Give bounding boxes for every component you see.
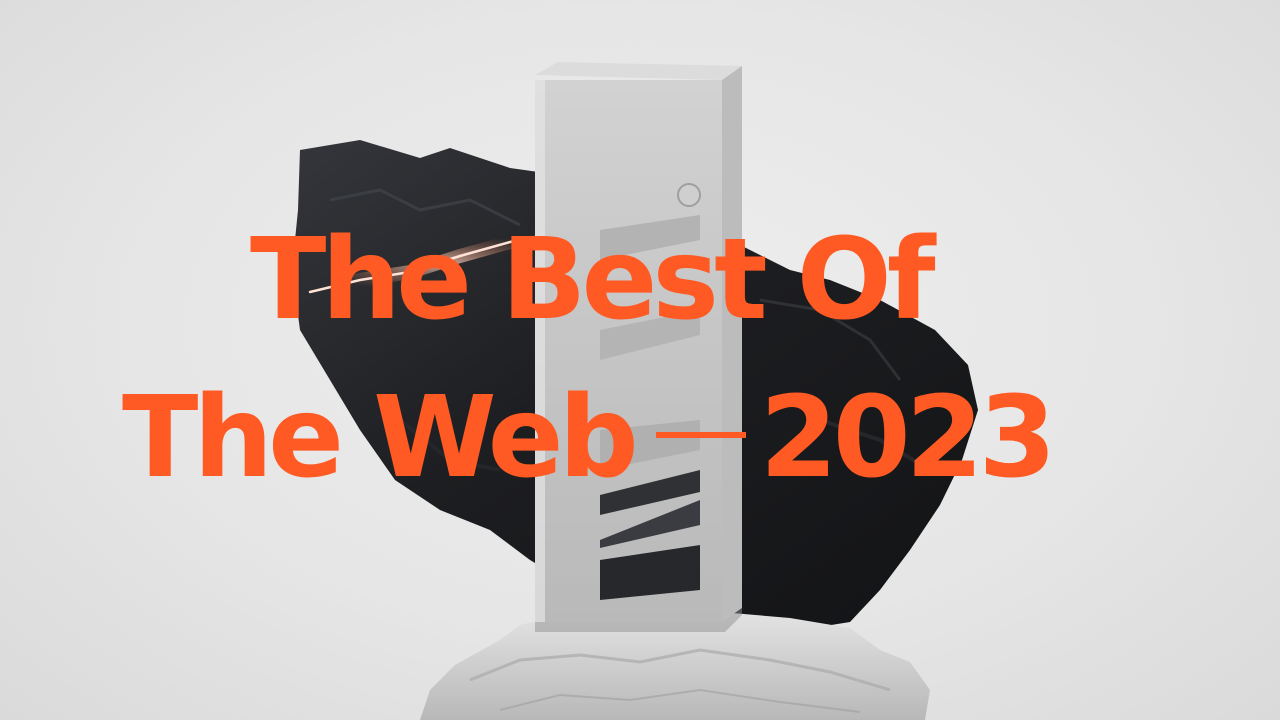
award-trophy-scene — [292, 62, 978, 720]
trophy — [535, 62, 742, 632]
